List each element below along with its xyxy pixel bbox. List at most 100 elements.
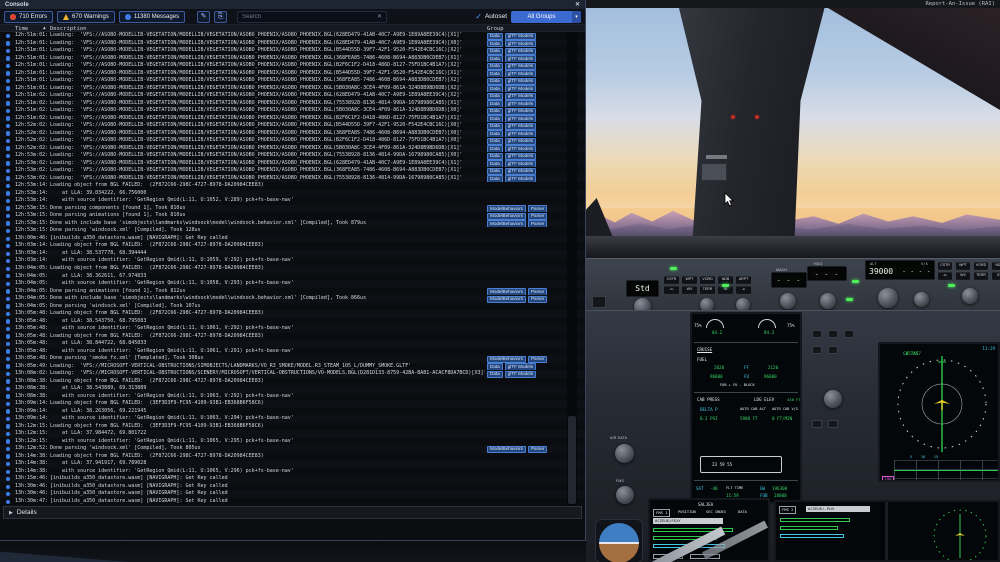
log-row[interactable]: 12h:53m:02: Loading: 'VFS://ASOBO-MODELL… — [0, 174, 585, 183]
mfd-menu-sec-index[interactable]: SEC INDEX — [706, 510, 726, 514]
log-row[interactable]: 13h:04m:05: Done parsing 'windsock.xml' … — [0, 302, 585, 311]
log-row[interactable]: 13h:04m:05: Done parsing animations [fou… — [0, 287, 585, 296]
fms1-tab[interactable]: FMS 1 — [653, 509, 671, 517]
log-row[interactable]: 13h:05m:48: Loading object from BGL FAIL… — [0, 332, 585, 341]
window-latch[interactable] — [701, 163, 727, 181]
log-row[interactable]: 12h:53m:15: Done parsing components [fou… — [0, 204, 585, 213]
log-row[interactable]: 12h:52m:02: Loading: 'VFS://ASOBO-MODELL… — [0, 129, 585, 138]
bezel-key-1[interactable] — [812, 330, 822, 338]
log-row[interactable]: 13h:04m:05: Loading object from BGL FAIL… — [0, 264, 585, 273]
log-row[interactable]: 13h:30m:47: [inibuilds_a350_datastore.wa… — [0, 497, 585, 506]
efis-button[interactable]: ID — [718, 286, 733, 293]
efis-button[interactable]: ◂ — [736, 286, 751, 293]
fms2-tab[interactable]: FMS 2 — [779, 506, 797, 514]
log-row[interactable]: 13h:12m:15: with source identifier: 'Get… — [0, 437, 585, 446]
efis-button[interactable]: -o- — [664, 286, 679, 293]
messages-filter-button[interactable]: 11380 Messages — [118, 10, 186, 23]
close-icon[interactable]: ✕ — [575, 1, 580, 8]
log-row[interactable]: 12h:53m:02: Loading: 'VFS://ASOBO-MODELL… — [0, 167, 585, 176]
efis-button[interactable]: NDB — [992, 262, 1000, 269]
log-row[interactable]: 13h:05m:48: with source identifier: 'Get… — [0, 347, 585, 356]
bezel-key-2[interactable] — [828, 330, 838, 338]
log-row[interactable]: 12h:51m:02: Loading: 'VFS://ASOBO-MODELL… — [0, 114, 585, 123]
efis-button[interactable]: WX — [956, 272, 970, 279]
efis-button[interactable]: NDB — [718, 276, 733, 283]
efis-button[interactable]: VORD — [974, 262, 988, 269]
log-row[interactable]: 12h:51m:01: Loading: 'VFS://ASOBO-MODELL… — [0, 54, 585, 63]
mfd-menu-position[interactable]: POSITION — [678, 510, 696, 514]
log-row[interactable]: 13h:12m:15: Loading object from BGL FAIL… — [0, 422, 585, 431]
log-row[interactable]: 13h:05m:48: Done parsing 'smoke_fx.xml' … — [0, 355, 585, 364]
bezel-key-6[interactable] — [812, 420, 822, 428]
log-row[interactable]: 12h:53m:15: Done parsing 'windsock.xml' … — [0, 227, 585, 235]
efis2-knob[interactable] — [962, 288, 978, 304]
log-row[interactable]: 12h:51m:02: Loading: 'VFS://ASOBO-MODELL… — [0, 107, 585, 116]
log-row[interactable]: 12h:51m:01: Loading: 'VFS://ASOBO-MODELL… — [0, 77, 585, 86]
column-time[interactable]: Time — [15, 26, 28, 32]
log-row[interactable]: 13h:30m:46: [inibuilds_a350_datastore.wa… — [0, 482, 585, 491]
efis-button[interactable]: -o- — [938, 272, 952, 279]
log-row[interactable]: 13h:30m:46: [inibuilds_a350_datastore.wa… — [0, 490, 585, 498]
log-row[interactable]: 13h:08m:38: at LLA: 38.543889, 69.313889 — [0, 385, 585, 393]
log-row[interactable]: 13h:12m:15: at LLA: 37.984472, 69.801722 — [0, 430, 585, 438]
log-row[interactable]: 13h:14m:38: Loading object from BGL FAIL… — [0, 452, 585, 461]
errors-filter-button[interactable]: 710 Errors — [4, 10, 54, 23]
report-an-issue[interactable]: Report-An-Issue (RAI) — [925, 1, 995, 7]
log-row[interactable]: 13h:04m:05: with source identifier: 'Get… — [0, 280, 585, 288]
efis-button[interactable]: VORD — [700, 276, 715, 283]
search-input[interactable] — [242, 13, 378, 20]
log-row[interactable]: 13h:12m:52: Done parsing 'windsock.xml' … — [0, 445, 585, 454]
log-row[interactable]: 13h:08m:02: Loading: 'VFS://MICROSOFT-VE… — [0, 370, 585, 379]
log-row[interactable]: 12h:51m:02: Loading: 'VFS://ASOBO-MODELL… — [0, 99, 585, 108]
scrollbar-thumb[interactable] — [568, 416, 576, 504]
heading-knob[interactable] — [820, 293, 836, 309]
bezel-key-4[interactable] — [812, 346, 822, 354]
route-highlight[interactable]: ACZEUE/FEXY — [653, 518, 723, 524]
log-row[interactable]: 12h:53m:15: Done parsing animations [fou… — [0, 212, 585, 221]
log-row[interactable]: 13h:05m:48: at LLA: 38.543750, 68.795083 — [0, 317, 585, 326]
log-row[interactable]: 13h:08m:38: with source identifier: 'Get… — [0, 392, 585, 401]
vs-knob[interactable] — [914, 292, 929, 307]
copy-button[interactable]: ⎘ — [214, 10, 228, 23]
log-row[interactable]: 12h:51m:01: Loading: 'VFS://ASOBO-MODELL… — [0, 39, 585, 48]
bezel-key-7[interactable] — [828, 420, 838, 428]
mfd-menu-data[interactable]: DATA — [738, 510, 747, 514]
bezel-key-5[interactable] — [828, 346, 838, 354]
log-row[interactable]: 12h:53m:14: with source identifier: 'Get… — [0, 197, 585, 205]
log-row[interactable]: 12h:51m:01: Loading: 'VFS://ASOBO-MODELL… — [0, 47, 585, 55]
log-row[interactable]: 12h:53m:02: Loading: 'VFS://ASOBO-MODELL… — [0, 152, 585, 161]
efis-button[interactable]: ARPT — [736, 276, 751, 283]
altitude-knob[interactable] — [878, 288, 898, 308]
autoset-checkbox[interactable]: ✓ Autoset — [475, 12, 507, 21]
log-row[interactable]: 12h:52m:02: Loading: 'VFS://ASOBO-MODELL… — [0, 122, 585, 131]
bezel-knob[interactable] — [824, 390, 842, 408]
log-row[interactable]: 12h:53m:15: Done with include base 'simo… — [0, 219, 585, 228]
log-row[interactable]: 12h:51m:02: Loading: 'VFS://ASOBO-MODELL… — [0, 92, 585, 101]
column-group[interactable]: Group — [487, 26, 504, 32]
log-row[interactable]: 13h:09m:14: with source identifier: 'Get… — [0, 415, 585, 423]
log-row[interactable]: 12h:53m:02: Loading: 'VFS://ASOBO-MODELL… — [0, 159, 585, 168]
efis-button[interactable]: WPT — [956, 262, 970, 269]
air-data-knob[interactable] — [615, 444, 634, 463]
efis-button[interactable]: CSTR — [938, 262, 952, 269]
search-box[interactable]: ✕ — [237, 10, 388, 23]
log-row[interactable]: 12h:51m:01: Loading: 'VFS://ASOBO-MODELL… — [0, 84, 585, 93]
log-row[interactable]: 13h:03m:14: with source identifier: 'Get… — [0, 257, 585, 265]
details-expander[interactable]: ▶ Details — [3, 506, 582, 519]
log-scrollbar[interactable] — [567, 32, 577, 506]
log-row[interactable]: 13h:05m:48: Loading object from BGL FAIL… — [0, 310, 585, 318]
speed-knob[interactable] — [780, 293, 796, 309]
log-row[interactable]: 12h:51m:01: Loading: 'VFS://ASOBO-MODELL… — [0, 62, 585, 71]
edit-button[interactable]: ✎ — [197, 10, 211, 23]
log-row[interactable]: 13h:08m:38: Loading object from BGL FAIL… — [0, 377, 585, 386]
bezel-key-3[interactable] — [844, 330, 854, 338]
log-row[interactable]: 13h:00m:46: [inibuilds_a350_datastore.wa… — [0, 234, 585, 243]
groups-dropdown[interactable]: All Groups ▾ — [511, 10, 581, 23]
log-row[interactable]: 12h:51m:01: Loading: 'VFS://ASOBO-MODELL… — [0, 32, 585, 40]
log-row[interactable]: 13h:04m:05: at LLA: 38.362611, 67.974833 — [0, 272, 585, 281]
log-row[interactable]: 13h:09m:14: at LLA: 38.263056, 69.221945 — [0, 407, 585, 416]
log-row[interactable]: 13h:04m:05: Done with include base 'simo… — [0, 295, 585, 304]
log-row[interactable]: 12h:51m:01: Loading: 'VFS://ASOBO-MODELL… — [0, 69, 585, 78]
warnings-filter-button[interactable]: 670 Warnings — [57, 10, 115, 23]
log-row[interactable]: 12h:53m:14: Loading object from BGL FAIL… — [0, 182, 585, 190]
